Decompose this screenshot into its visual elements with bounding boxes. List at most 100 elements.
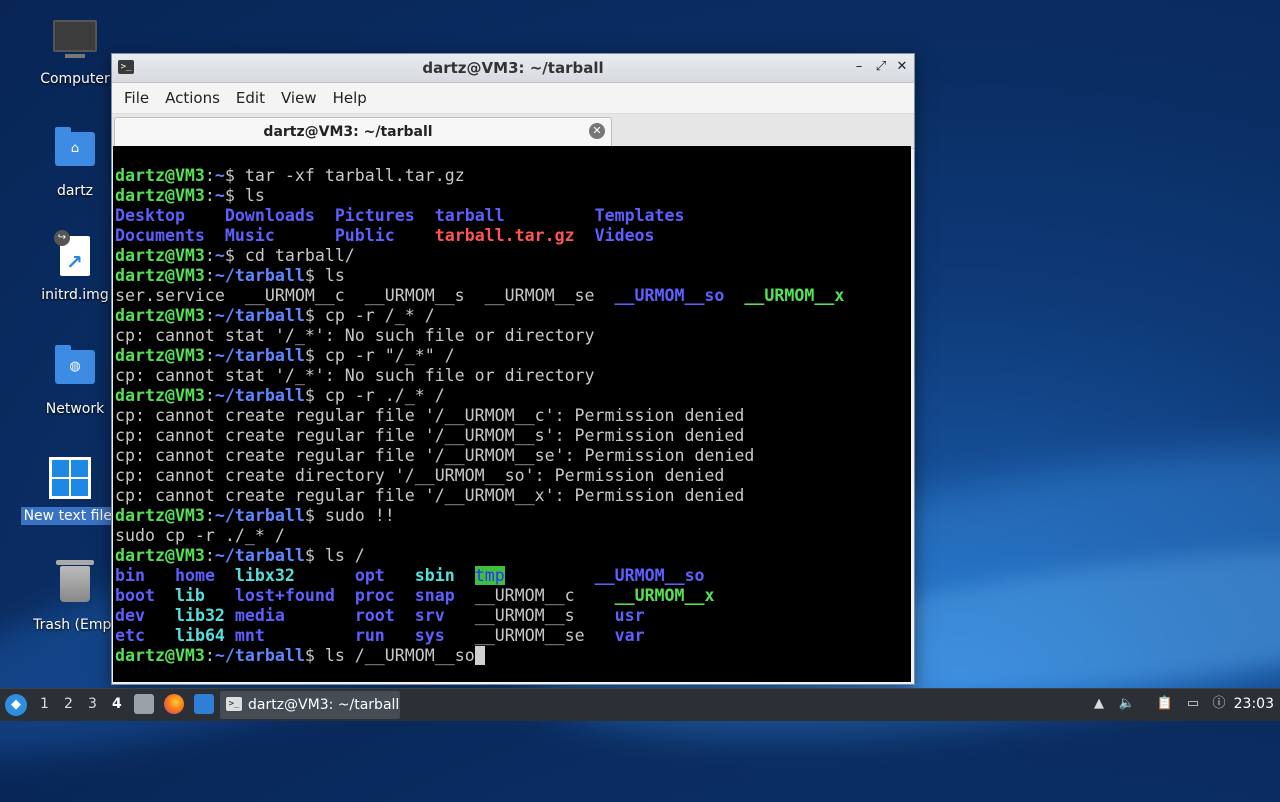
terminal-line: sudo cp -r ./_* / [113,526,911,546]
terminal-text: $ cp -r ./_* / [304,386,445,405]
terminal-text: : [204,646,215,665]
tray-arrow-icon[interactable]: ▲ [1090,695,1108,713]
menu-help[interactable]: Help [325,89,375,107]
terminal-text: dartz@VM3 [115,166,205,185]
tab-close-icon[interactable]: ✕ [589,123,605,139]
menu-file[interactable]: File [116,89,157,107]
close-button[interactable]: ✕ [893,58,911,76]
workspace-1[interactable]: 1 [40,696,49,712]
terminal-text: libx32 [234,566,295,585]
terminal-text: Pictures [334,206,415,225]
terminal-text: dev [115,606,145,625]
terminal-text: : [204,266,215,285]
workspace-2[interactable]: 2 [64,696,73,712]
desktop-show-icon[interactable] [194,694,214,714]
terminal-text: cp: cannot stat '/_*': No such file or d… [115,366,595,385]
update-icon[interactable]: ⓘ [1210,695,1228,713]
maximize-button[interactable]: ⤢ [872,58,890,76]
menu-view[interactable]: View [273,89,325,107]
terminal-line: Documents Music Public tarball.tar.gz Vi… [113,226,911,246]
taskbar: ◆ 1 2 3 4 >_ dartz@VM3: ~/tarball ▲ 🔈 📋 … [0,688,1280,721]
terminal-text: ~ [214,186,225,205]
terminal-line: cp: cannot create regular file '/__URMOM… [113,446,911,466]
volume-icon[interactable]: 🔈 [1118,695,1136,713]
window-titlebar[interactable]: >_ dartz@VM3: ~/tarball – ⤢ ✕ [112,54,914,83]
terminal-cursor [474,646,485,665]
terminal-task-icon: >_ [226,697,242,711]
workspace-4[interactable]: 4 [112,696,122,712]
terminal-line: cp: cannot stat '/_*': No such file or d… [113,366,911,386]
terminal-text: home [174,566,215,585]
terminal-line: cp: cannot create regular file '/__URMOM… [113,406,911,426]
menu-edit[interactable]: Edit [228,89,273,107]
minimize-button[interactable]: – [850,58,868,76]
terminal-text: : [204,506,215,525]
terminal-text: ser.service __URMOM__c __URMOM__s __URMO… [115,286,615,305]
terminal-line: boot lib lost+found proc snap __URMOM__c… [113,586,911,606]
terminal-line: dartz@VM3:~$ ls [113,186,911,206]
terminal-text: ~/tarball [214,506,305,525]
terminal-text: __URMOM__x [744,286,845,305]
symlink-file-icon: ↪ ↗ [53,230,97,280]
terminal-text: Public [334,226,395,245]
terminal-text: boot [115,586,155,605]
terminal-text: lib32 [174,606,225,625]
terminal-text: sudo cp -r ./_* / [115,526,285,545]
firefox-icon[interactable] [164,694,184,714]
terminal-text: sys [414,626,445,645]
window-title: dartz@VM3: ~/tarball [422,59,604,77]
terminal-output[interactable]: dartz@VM3:~$ tar -xf tarball.tar.gz dartz… [113,146,911,682]
terminal-text: lost+found [234,586,335,605]
desktop-icon-label: initrd.img [41,287,109,303]
menu-actions[interactable]: Actions [157,89,228,107]
network-tray-icon[interactable]: ▭ [1184,695,1202,713]
terminal-line: cp: cannot create directory '/__URMOM__s… [113,466,911,486]
tab-terminal[interactable]: dartz@VM3: ~/tarball ✕ [114,117,612,146]
terminal-line: dartz@VM3:~/tarball$ sudo !! [113,506,911,526]
terminal-text: : [204,306,215,325]
terminal-text: $ ls [224,186,265,205]
file-manager-icon[interactable] [134,694,154,714]
clipboard-icon[interactable]: 📋 [1156,695,1174,713]
menubar: File Actions Edit View Help [112,83,914,114]
terminal-text: : [204,246,215,265]
terminal-text: : [204,186,215,205]
workspace-3[interactable]: 3 [88,696,97,712]
start-menu-icon[interactable]: ◆ [5,694,27,716]
terminal-window[interactable]: >_ dartz@VM3: ~/tarball – ⤢ ✕ File Actio… [111,53,915,685]
terminal-text: $ ls / [304,546,365,565]
desktop-icon-label: Computer [40,71,110,87]
terminal-text: __URMOM__so [594,566,705,585]
terminal-text: __URMOM__c [454,586,615,605]
terminal-line: dartz@VM3:~/tarball$ cp -r /_* / [113,306,911,326]
terminal-text: Videos [594,226,655,245]
terminal-text: $ ls /__URMOM__so [304,646,475,665]
computer-icon [53,20,97,64]
terminal-text: Music [224,226,275,245]
terminal-text: cp: cannot stat '/_*': No such file or d… [115,326,595,345]
terminal-line: dartz@VM3:~$ cd tarball/ [113,246,911,266]
terminal-text: dartz@VM3 [115,506,205,525]
terminal-text: run [354,626,385,645]
terminal-text: Desktop [115,206,185,225]
terminal-text: __URMOM__s [444,606,615,625]
desktop-icon-label: Network [45,401,105,417]
terminal-text: cp: cannot create directory '/__URMOM__s… [115,466,725,485]
taskbar-task-terminal[interactable]: >_ dartz@VM3: ~/tarball [220,691,400,719]
terminal-text: sbin [414,566,455,585]
terminal-text: __URMOM__x [614,586,715,605]
